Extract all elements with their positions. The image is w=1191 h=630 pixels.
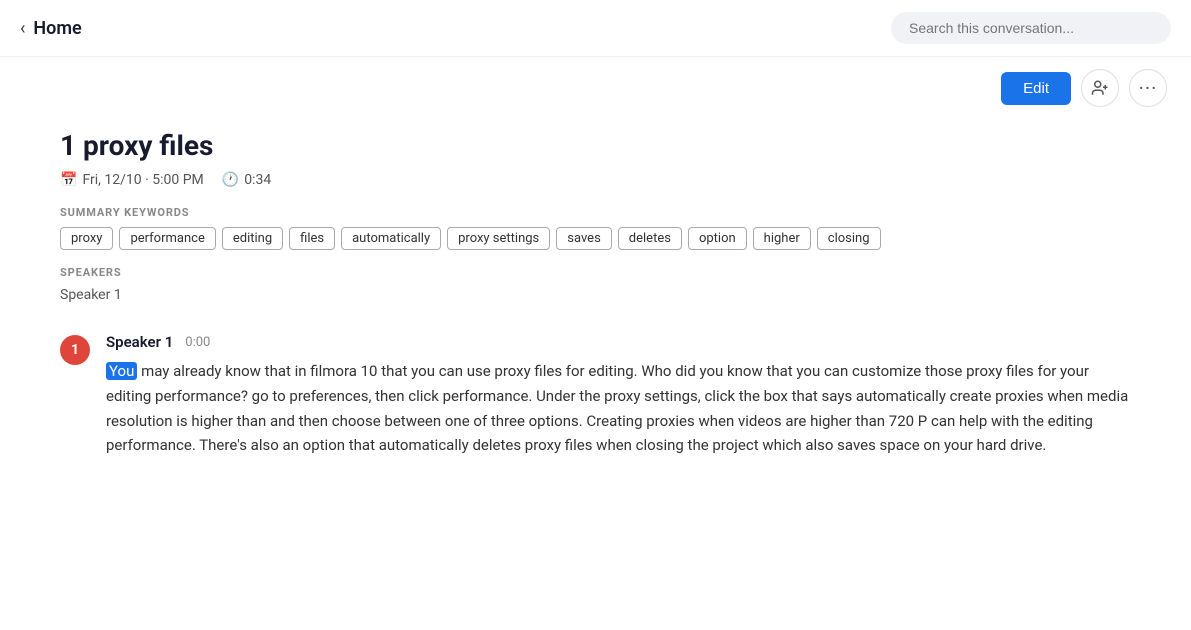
keyword-tag: option — [688, 227, 747, 250]
conversation-title: 1 proxy files — [60, 129, 1131, 162]
date-meta: 📅 Fri, 12/10 · 5:00 PM — [60, 172, 204, 188]
calendar-icon: 📅 — [60, 172, 77, 188]
back-button[interactable]: ‹ — [20, 18, 25, 39]
speakers-label: SPEAKERS — [60, 266, 1131, 279]
transcript-body-text: may already know that in filmora 10 that… — [106, 362, 1128, 454]
keyword-tag: automatically — [341, 227, 441, 250]
transcript-body: Speaker 1 0:00 You may already know that… — [106, 333, 1131, 458]
duration-meta: 🕐 0:34 — [222, 172, 271, 188]
speaker-1-name: Speaker 1 — [60, 287, 1131, 303]
meta-row: 📅 Fri, 12/10 · 5:00 PM 🕐 0:34 — [60, 172, 1131, 188]
keyword-tag: files — [289, 227, 335, 250]
transcript-text: You may already know that in filmora 10 … — [106, 359, 1131, 458]
action-bar: Edit ··· — [0, 57, 1191, 119]
summary-keywords-label: SUMMARY KEYWORDS — [60, 206, 1131, 219]
nav-left: ‹ Home — [20, 18, 82, 39]
transcript-timestamp: 0:00 — [185, 335, 210, 350]
keyword-tag: proxy settings — [447, 227, 550, 250]
more-options-button[interactable]: ··· — [1129, 69, 1167, 107]
conversation-date: Fri, 12/10 · 5:00 PM — [82, 172, 203, 188]
transcript-entry: 1 Speaker 1 0:00 You may already know th… — [60, 333, 1131, 458]
keywords-row: proxy performance editing files automaticall… — [60, 227, 1131, 250]
keyword-tag: editing — [222, 227, 283, 250]
conversation-duration: 0:34 — [244, 172, 271, 188]
keyword-tag: deletes — [618, 227, 682, 250]
keyword-tag: higher — [753, 227, 811, 250]
speaker-line: Speaker 1 0:00 — [106, 333, 1131, 351]
highlight-word: You — [106, 362, 137, 380]
add-person-icon — [1091, 79, 1109, 97]
transcript-speaker-name: Speaker 1 — [106, 333, 173, 351]
add-person-button[interactable] — [1081, 69, 1119, 107]
more-icon: ··· — [1139, 76, 1158, 100]
edit-button[interactable]: Edit — [1001, 72, 1071, 105]
content-area: 1 proxy files 📅 Fri, 12/10 · 5:00 PM 🕐 0… — [0, 119, 1191, 488]
speaker-badge: 1 — [60, 335, 90, 365]
home-title: Home — [33, 18, 81, 39]
search-input[interactable] — [891, 12, 1171, 44]
speakers-section: SPEAKERS Speaker 1 — [60, 266, 1131, 303]
top-nav: ‹ Home — [0, 0, 1191, 57]
keyword-tag: closing — [817, 227, 881, 250]
keyword-tag: saves — [556, 227, 612, 250]
keyword-tag: performance — [119, 227, 215, 250]
keyword-tag: proxy — [60, 227, 113, 250]
clock-icon: 🕐 — [222, 172, 239, 188]
